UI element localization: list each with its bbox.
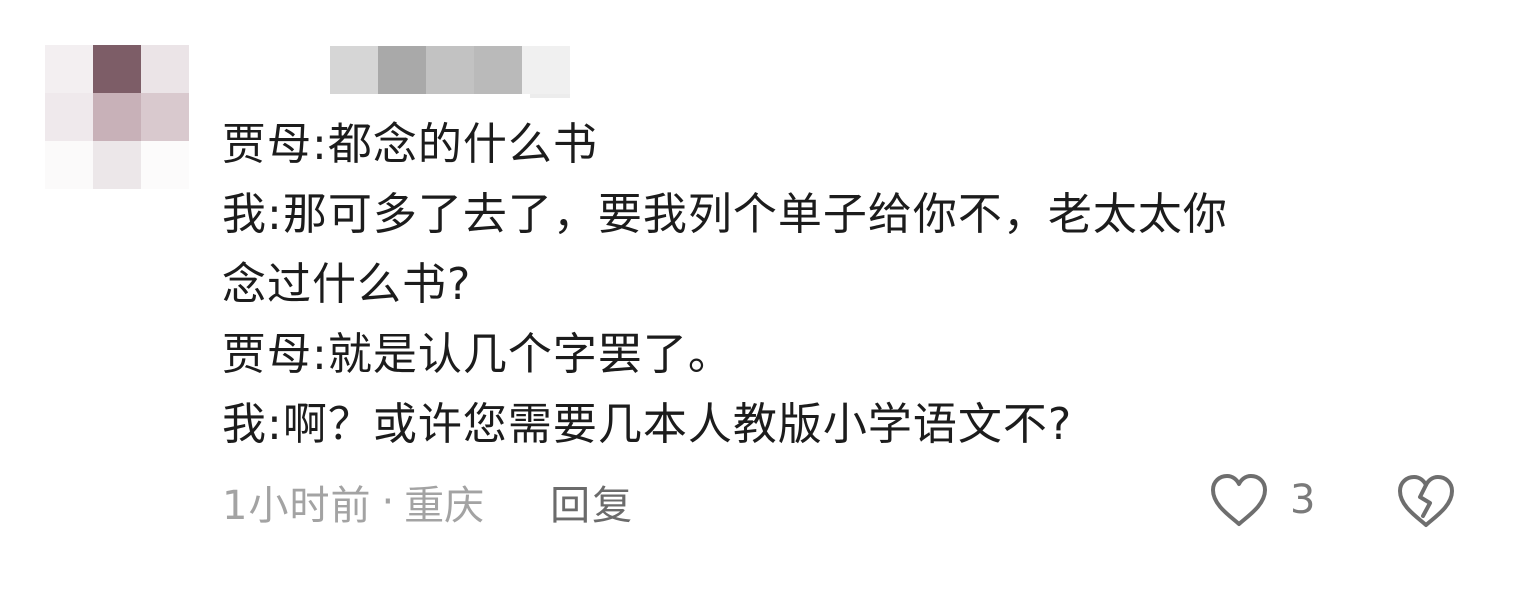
like-count: 3	[1290, 477, 1316, 523]
meta-separator: ·	[381, 479, 395, 525]
comment-line: 贾母:就是认几个字罢了。	[222, 329, 733, 380]
username-obscured[interactable]	[330, 46, 570, 98]
location: 重庆	[404, 483, 485, 529]
timestamp: 1小时前	[222, 483, 372, 529]
comment-line: 我:那可多了去了，要我列个单子给你不，老太太你	[222, 189, 1228, 240]
comment-line: 念过什么书?	[222, 259, 472, 310]
comment-body: 贾母:都念的什么书 我:那可多了去了，要我列个单子给你不，老太太你 念过什么书?…	[222, 110, 1482, 460]
like-button[interactable]: 3	[1208, 470, 1315, 530]
dislike-button[interactable]	[1395, 472, 1457, 530]
heart-outline-icon	[1208, 472, 1270, 528]
reply-button[interactable]: 回复	[550, 473, 634, 531]
comment-line: 我:啊？或许您需要几本人教版小学语文不?	[222, 399, 1073, 450]
comment-line: 贾母:都念的什么书	[222, 119, 598, 170]
avatar[interactable]	[45, 45, 190, 190]
broken-heart-icon	[1395, 475, 1457, 534]
comment-meta: 1小时前 · 重庆 回复	[222, 472, 634, 532]
